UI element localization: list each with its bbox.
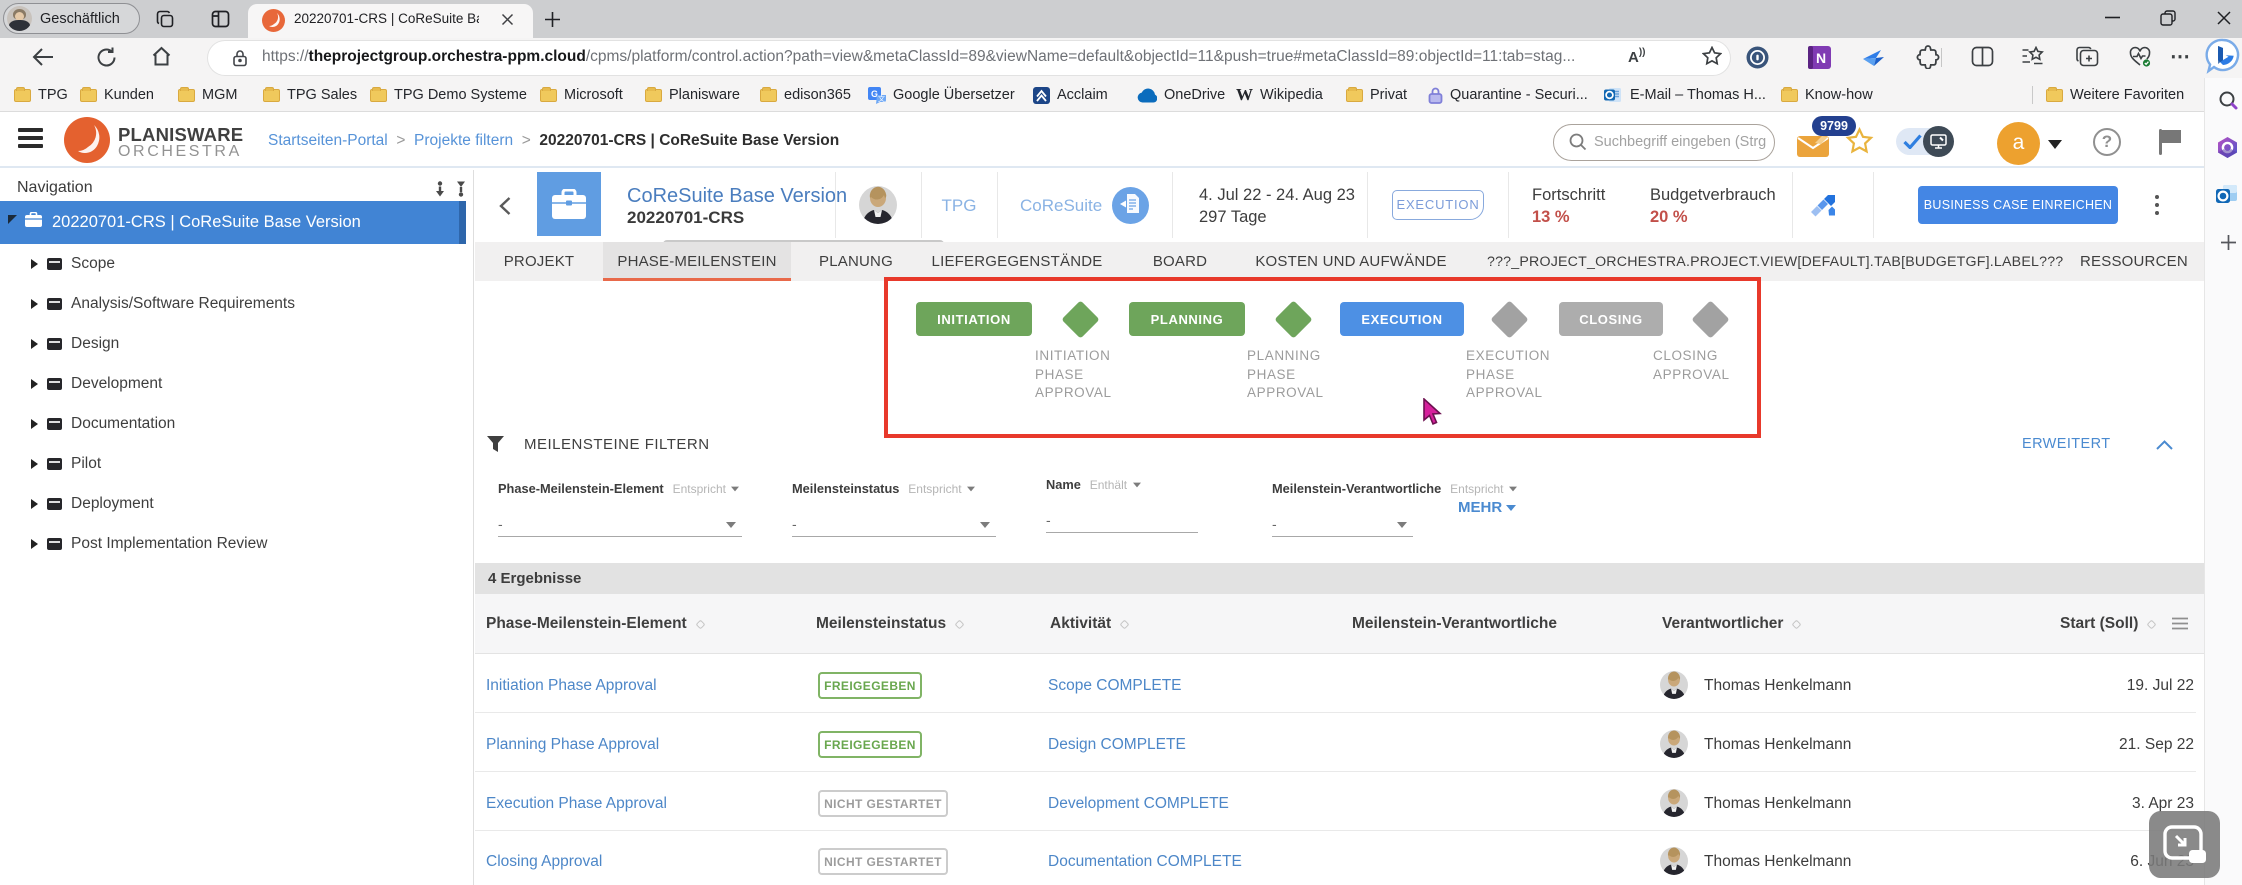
svg-text:N: N [1816,50,1826,66]
svg-text:文: 文 [878,94,885,103]
